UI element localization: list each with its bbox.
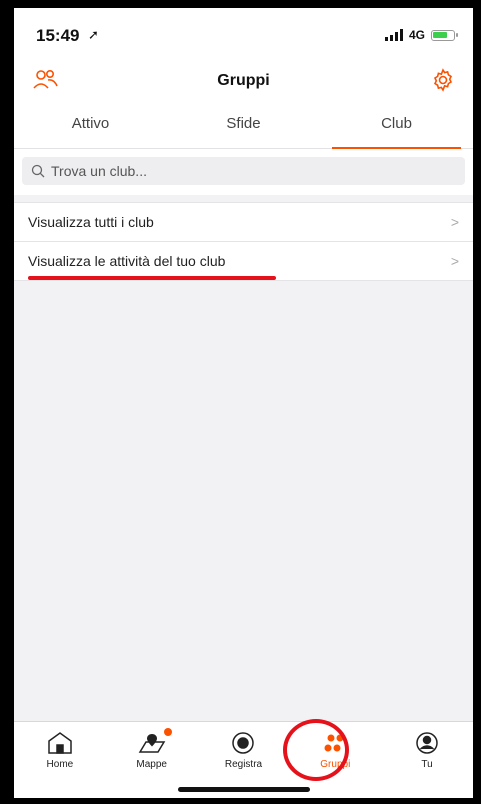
list-item-club-activities[interactable]: Visualizza le attività del tuo club > <box>14 242 473 281</box>
list-item-label: Visualizza le attività del tuo club <box>28 253 226 269</box>
tab-club[interactable]: Club <box>320 104 473 149</box>
segment-tabs: Attivo Sfide Club <box>14 104 473 149</box>
location-arrow-icon: ➚ <box>88 27 99 42</box>
search-input[interactable] <box>51 163 406 179</box>
tabbar-label: Tu <box>421 759 433 770</box>
tabbar-label: Mappe <box>136 759 167 770</box>
tabbar-tu[interactable]: Tu <box>381 722 473 798</box>
status-time: 15:49 <box>36 26 80 45</box>
search-icon <box>31 164 45 178</box>
record-icon <box>232 732 255 754</box>
club-options-list: Visualizza tutti i club > Visualizza le … <box>14 202 473 281</box>
nav-header: Gruppi <box>14 56 473 104</box>
search-section <box>14 149 473 195</box>
chevron-right-icon: > <box>450 253 459 269</box>
list-item-all-clubs[interactable]: Visualizza tutti i club > <box>14 203 473 242</box>
bottom-tab-bar: Home Mappe Registra Gruppi Tu <box>14 721 473 798</box>
tabbar-label: Registra <box>224 759 263 770</box>
tabbar-home[interactable]: Home <box>14 722 106 798</box>
network-type: 4G <box>408 28 425 42</box>
gear-icon[interactable] <box>431 68 455 92</box>
status-indicators: 4G <box>384 28 458 42</box>
map-icon <box>138 734 166 753</box>
tab-attivo[interactable]: Attivo <box>14 104 167 148</box>
tab-sfide[interactable]: Sfide <box>167 104 320 148</box>
list-item-label: Visualizza tutti i club <box>28 214 154 230</box>
status-bar: 15:49 ➚ 4G <box>14 8 473 56</box>
notification-dot <box>163 728 172 736</box>
phone-screen: 15:49 ➚ 4G Gruppi Attivo Sfide Club Trov… <box>0 0 481 804</box>
chevron-right-icon: > <box>450 214 459 230</box>
tabbar-label: Home <box>46 759 74 770</box>
search-bar[interactable] <box>22 157 465 185</box>
profile-icon <box>416 732 438 754</box>
page-title: Gruppi <box>217 72 270 89</box>
groups-icon <box>324 734 344 752</box>
red-underline-annotation <box>28 276 276 280</box>
battery-icon <box>431 29 458 41</box>
home-indicator[interactable] <box>177 787 310 792</box>
signal-icon <box>384 29 403 41</box>
tabbar-label: Gruppi <box>320 759 351 770</box>
home-icon <box>48 732 72 754</box>
